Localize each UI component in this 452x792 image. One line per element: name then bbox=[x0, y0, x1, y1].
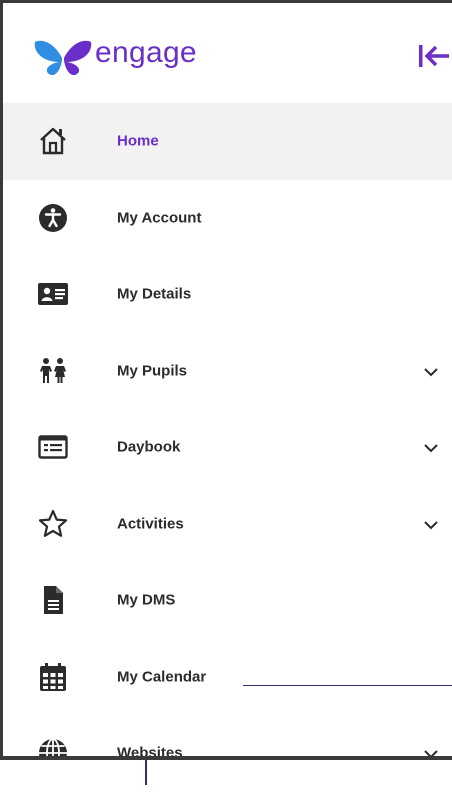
home-icon bbox=[37, 125, 69, 157]
sidebar-item-label: My Pupils bbox=[117, 362, 188, 380]
sidebar-item-daybook[interactable]: Daybook bbox=[3, 409, 452, 486]
annotation-line bbox=[243, 684, 452, 687]
annotation-line bbox=[145, 760, 147, 785]
collapse-left-icon[interactable] bbox=[417, 41, 451, 71]
butterfly-logo[interactable] bbox=[33, 36, 93, 76]
daybook-icon bbox=[37, 431, 69, 463]
sidebar-header: engage bbox=[3, 3, 452, 103]
sidebar-item-my-calendar[interactable]: My Calendar bbox=[3, 639, 452, 716]
sidebar-item-label: My Account bbox=[117, 209, 202, 227]
accessibility-icon bbox=[37, 202, 69, 234]
sidebar-item-label: Daybook bbox=[117, 438, 181, 456]
sidebar-item-my-pupils[interactable]: My Pupils bbox=[3, 333, 452, 410]
sidebar-item-home[interactable]: Home bbox=[3, 103, 452, 180]
children-icon bbox=[37, 355, 69, 387]
sidebar-item-label: Home bbox=[117, 132, 159, 150]
sidebar-item-label: My DMS bbox=[117, 591, 176, 609]
id-card-icon bbox=[37, 278, 69, 310]
document-icon bbox=[37, 584, 69, 616]
sidebar-item-label: Activities bbox=[117, 515, 184, 533]
sidebar-item-my-details[interactable]: My Details bbox=[3, 256, 452, 333]
sidebar-item-label: My Calendar bbox=[117, 668, 207, 686]
sidebar-item-my-account[interactable]: My Account bbox=[3, 180, 452, 257]
chevron-down-icon[interactable] bbox=[422, 365, 440, 377]
sidebar-item-label: My Details bbox=[117, 285, 192, 303]
brand-name[interactable]: engage bbox=[95, 36, 197, 70]
chevron-down-icon[interactable] bbox=[422, 518, 440, 530]
page-below-window bbox=[0, 760, 452, 785]
star-icon bbox=[37, 508, 69, 540]
sidebar-item-activities[interactable]: Activities bbox=[3, 486, 452, 563]
sidebar-item-my-dms[interactable]: My DMS bbox=[3, 562, 452, 639]
chevron-down-icon[interactable] bbox=[422, 441, 440, 453]
calendar-icon bbox=[37, 661, 69, 693]
sidebar-nav: Home My Account My Details My Pupils Day… bbox=[3, 103, 452, 792]
